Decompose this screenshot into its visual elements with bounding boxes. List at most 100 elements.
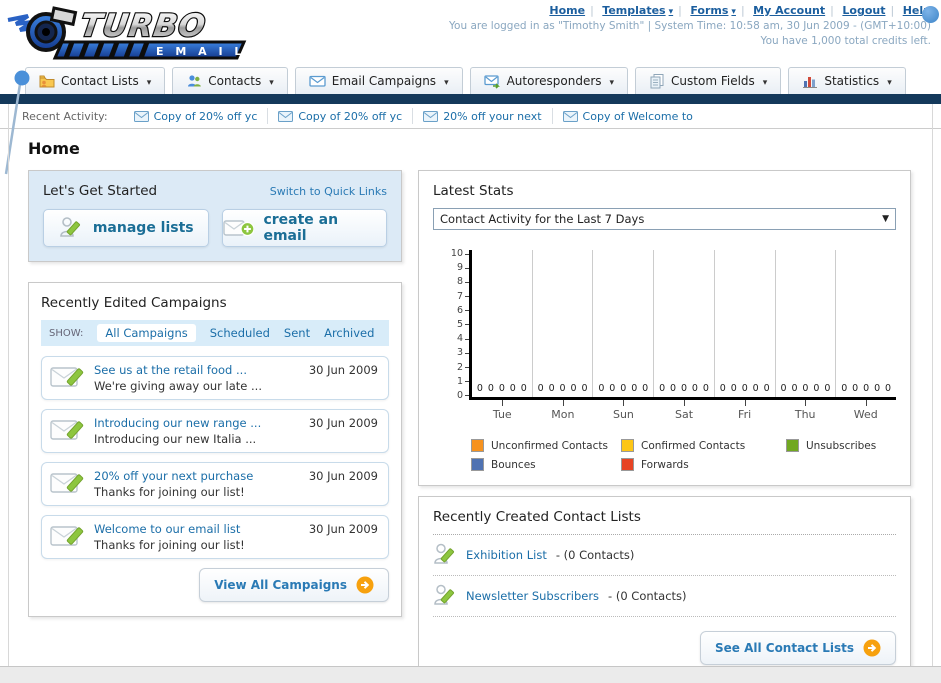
y-tick-label: 5 xyxy=(457,320,469,330)
filter-scheduled[interactable]: Scheduled xyxy=(210,326,270,340)
tab-email-campaigns[interactable]: Email Campaigns xyxy=(294,67,463,94)
recent-activity-item[interactable]: Copy of 20% off yc xyxy=(124,108,269,124)
tab-custom-fields[interactable]: Custom Fields xyxy=(635,67,782,94)
chart-day-group: 00000 xyxy=(531,250,593,406)
x-tick-label: Sat xyxy=(675,408,694,421)
data-value-label: 0 xyxy=(852,383,859,394)
filter-sent[interactable]: Sent xyxy=(284,326,310,340)
tab-statistics[interactable]: Statistics xyxy=(788,67,906,94)
campaign-title-link[interactable]: Introducing our new range ... xyxy=(94,416,309,430)
data-value-label: 0 xyxy=(670,383,677,394)
envelope-icon xyxy=(133,110,149,122)
envelope-icon xyxy=(278,110,294,122)
y-tick-label: 6 xyxy=(457,306,469,316)
contact-list-link[interactable]: Exhibition List xyxy=(466,548,547,562)
manage-lists-button[interactable]: manage lists xyxy=(43,209,209,247)
legend-swatch xyxy=(621,458,634,471)
filter-all-campaigns[interactable]: All Campaigns xyxy=(97,324,196,342)
tab-label: Statistics xyxy=(824,74,880,88)
switch-to-quick-links[interactable]: Switch to Quick Links xyxy=(270,185,387,198)
campaign-title-link[interactable]: 20% off your next purchase xyxy=(94,469,309,483)
separator: | xyxy=(740,4,745,17)
data-value-label: 0 xyxy=(691,383,698,394)
view-all-campaigns-label: View All Campaigns xyxy=(214,578,347,592)
login-info: You are logged in as "Timothy Smith" | S… xyxy=(449,20,931,32)
y-tick-label: 8 xyxy=(457,277,469,287)
create-email-button[interactable]: create an email xyxy=(221,209,387,247)
turbo-email-logo: TURBO E M A I L xyxy=(6,2,256,64)
envelope-plus-icon xyxy=(222,220,255,237)
chart-legend: Unconfirmed Contacts Confirmed Contacts Un… xyxy=(471,439,896,471)
separator: | xyxy=(830,4,834,17)
legend-label: Unconfirmed Contacts xyxy=(491,439,608,452)
campaign-date: 30 Jun 2009 xyxy=(308,416,378,430)
link-templates[interactable]: Templates xyxy=(602,4,673,17)
data-value-label: 0 xyxy=(841,383,848,394)
chart-plot: 00000000000000000000000000000000000 xyxy=(469,250,896,406)
tab-contacts[interactable]: Contacts xyxy=(172,67,288,94)
envelope-icon xyxy=(562,110,578,122)
campaign-title-link[interactable]: Welcome to our email list xyxy=(94,522,309,536)
x-tick-mark xyxy=(562,400,564,406)
baseline-values: 00000 xyxy=(472,383,532,397)
tab-autoresponders[interactable]: Autoresponders xyxy=(469,67,629,94)
y-tick-label: 3 xyxy=(457,348,469,358)
baseline-values: 00000 xyxy=(715,383,775,397)
stats-dropdown[interactable]: Contact Activity for the Last 7 Days ▼ xyxy=(433,208,896,230)
envelope-pencil-icon xyxy=(50,367,84,387)
view-all-campaigns-button[interactable]: View All Campaigns xyxy=(199,568,389,602)
contact-list-row[interactable]: Exhibition List - (0 Contacts) xyxy=(433,535,896,576)
recent-activity-item[interactable]: Copy of 20% off yc xyxy=(268,108,414,124)
recent-activity-label: Recent Activity: xyxy=(22,109,108,123)
header: TURBO E M A I L Home | Templates | Forms | … xyxy=(0,0,941,62)
recent-activity-item[interactable]: Copy of Welcome to xyxy=(553,108,703,124)
person-pencil-icon xyxy=(434,543,455,564)
campaign-row[interactable]: 20% off your next purchase Thanks for jo… xyxy=(41,462,389,506)
x-tick-mark xyxy=(805,400,807,406)
legend-swatch xyxy=(621,439,634,452)
chart-day-group: 00000 xyxy=(774,250,836,406)
link-my-account[interactable]: My Account xyxy=(753,4,825,17)
data-value-label: 0 xyxy=(752,383,759,394)
link-logout[interactable]: Logout xyxy=(842,4,885,17)
legend-item: Forwards xyxy=(621,458,786,471)
data-value-label: 0 xyxy=(702,383,709,394)
chart-day-group: 00000 xyxy=(592,250,653,406)
y-tick-label: 10 xyxy=(451,249,469,259)
data-value-label: 0 xyxy=(509,383,516,394)
campaign-date: 30 Jun 2009 xyxy=(308,469,378,483)
x-tick-mark xyxy=(623,400,625,406)
recent-activity-item[interactable]: 20% off your next xyxy=(413,108,553,124)
contact-list-row[interactable]: Newsletter Subscribers - (0 Contacts) xyxy=(433,576,896,617)
campaigns-panel-title: Recently Edited Campaigns xyxy=(41,295,227,311)
campaign-row[interactable]: Welcome to our email list Thanks for joi… xyxy=(41,515,389,559)
recently-created-contact-lists-panel: Recently Created Contact Lists Exhibitio… xyxy=(418,496,911,678)
campaign-row[interactable]: See us at the retail food ... We're givi… xyxy=(41,356,389,400)
tab-contact-lists[interactable]: Contact Lists xyxy=(25,67,166,94)
baseline-values: 00000 xyxy=(654,383,714,397)
custom-fields-icon xyxy=(650,74,664,89)
filter-archived[interactable]: Archived xyxy=(324,326,374,340)
separator: | xyxy=(590,4,594,17)
legend-label: Bounces xyxy=(491,458,536,471)
help-dot-icon[interactable] xyxy=(922,6,939,23)
x-tick-label: Wed xyxy=(853,408,878,421)
right-column: Latest Stats Contact Activity for the La… xyxy=(418,170,911,678)
data-value-label: 0 xyxy=(598,383,605,394)
chevron-down-icon xyxy=(761,74,768,88)
envelope-icon xyxy=(423,110,439,122)
campaign-title-link[interactable]: See us at the retail food ... xyxy=(94,363,309,377)
contact-list-link[interactable]: Newsletter Subscribers xyxy=(466,589,599,603)
link-home[interactable]: Home xyxy=(549,4,585,17)
envelope-pencil-icon xyxy=(50,420,84,440)
x-tick-mark xyxy=(501,400,503,406)
stats-panel-title: Latest Stats xyxy=(433,183,514,199)
see-all-contact-lists-button[interactable]: See All Contact Lists xyxy=(699,631,896,665)
chevron-down-icon xyxy=(608,74,615,88)
app-window: TURBO E M A I L Home | Templates | Forms | … xyxy=(0,0,941,683)
x-tick-label: Mon xyxy=(551,408,575,421)
link-forms[interactable]: Forms xyxy=(690,4,736,17)
data-value-label: 0 xyxy=(487,383,494,394)
campaign-row[interactable]: Introducing our new range ... Introducin… xyxy=(41,409,389,453)
y-tick-label: 2 xyxy=(457,362,469,372)
